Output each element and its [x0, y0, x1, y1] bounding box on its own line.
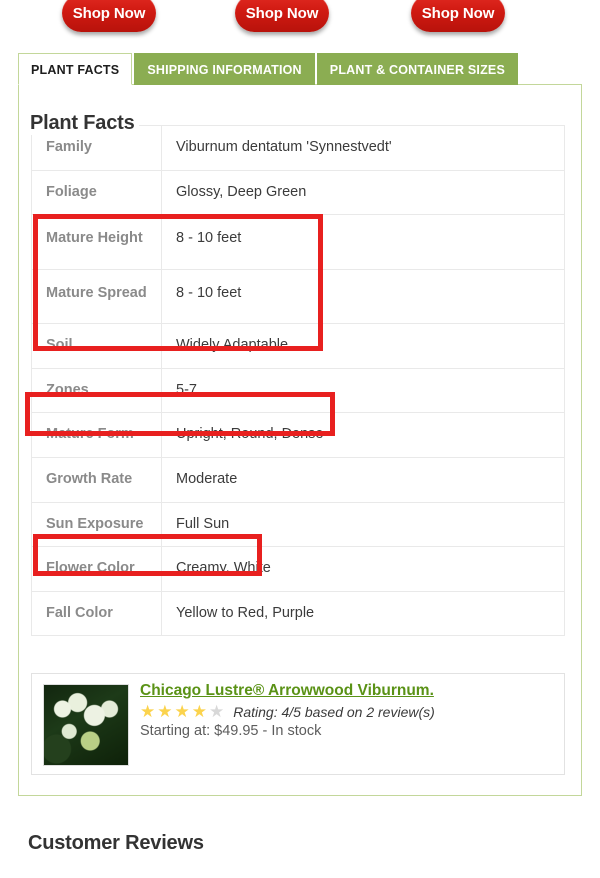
fact-label-mature-form: Mature Form — [31, 412, 162, 458]
fact-value-foliage: Glossy, Deep Green — [161, 169, 565, 216]
fact-value-growth-rate: Moderate — [161, 456, 565, 503]
related-product-card[interactable]: Chicago Lustre® Arrowwood Viburnum. ★ ★ … — [31, 673, 565, 775]
star-filled-icon-1: ★ — [140, 702, 156, 721]
table-row: Foliage Glossy, Deep Green — [31, 169, 565, 216]
fact-label-growth-rate: Growth Rate — [31, 456, 162, 503]
table-row: Mature Spread 8 - 10 feet — [31, 268, 565, 325]
table-row: Growth Rate Moderate — [31, 456, 565, 503]
product-price-and-stock: Starting at: $49.95 - In stock — [140, 723, 322, 739]
fact-label-mature-spread: Mature Spread — [31, 268, 162, 325]
product-name-link[interactable]: Chicago Lustre® Arrowwood Viburnum. — [140, 682, 556, 700]
fact-label-sun-exposure: Sun Exposure — [31, 501, 162, 548]
fact-label-foliage: Foliage — [31, 169, 162, 216]
fact-value-sun-exposure: Full Sun — [161, 501, 565, 548]
shop-now-button-2[interactable]: Shop Now — [235, 0, 329, 32]
product-info-tabs: PLANT FACTS SHIPPING INFORMATION PLANT &… — [18, 53, 518, 85]
promo-button-strip: Shop Now Shop Now Shop Now — [0, 0, 600, 42]
fact-label-flower-color: Flower Color — [31, 546, 162, 592]
table-row: Sun Exposure Full Sun — [31, 501, 565, 548]
star-filled-icon-2: ★ — [157, 702, 173, 721]
tab-shipping-information[interactable]: SHIPPING INFORMATION — [134, 53, 315, 85]
fact-value-soil: Widely Adaptable — [161, 323, 565, 369]
table-row: Fall Color Yellow to Red, Purple — [31, 590, 565, 637]
star-empty-icon-5: ★ — [209, 702, 225, 721]
fact-value-zones: 5-7 — [161, 367, 565, 414]
fact-value-mature-form: Upright, Round, Dense — [161, 412, 565, 458]
table-row: Mature Height 8 - 10 feet — [31, 214, 565, 270]
fact-label-soil: Soil — [31, 323, 162, 369]
fact-value-mature-spread: 8 - 10 feet — [161, 268, 565, 325]
tab-plant-facts[interactable]: PLANT FACTS — [18, 53, 133, 85]
shop-now-button-1[interactable]: Shop Now — [62, 0, 156, 32]
product-rating: ★ ★ ★ ★ ★ Rating: 4/5 based on 2 review(… — [140, 703, 556, 720]
table-row: Flower Color Creamy, White — [31, 546, 565, 592]
customer-reviews-heading: Customer Reviews — [28, 832, 204, 854]
product-thumbnail-image — [43, 684, 129, 766]
shop-now-button-3[interactable]: Shop Now — [411, 0, 505, 32]
plant-facts-heading: Plant Facts — [30, 112, 139, 135]
table-row: Mature Form Upright, Round, Dense — [31, 412, 565, 458]
fact-label-fall-color: Fall Color — [31, 590, 162, 637]
fact-value-family: Viburnum dentatum 'Synnestvedt' — [161, 125, 565, 171]
fact-label-zones: Zones — [31, 367, 162, 414]
product-details: Chicago Lustre® Arrowwood Viburnum. ★ ★ … — [140, 682, 556, 739]
rating-summary-text: Rating: 4/5 based on 2 review(s) — [233, 703, 435, 720]
star-filled-icon-3: ★ — [174, 702, 190, 721]
star-filled-icon-4: ★ — [191, 702, 207, 721]
plant-facts-table: Family Viburnum dentatum 'Synnestvedt' F… — [31, 125, 565, 637]
fact-label-mature-height: Mature Height — [31, 214, 162, 270]
fact-value-mature-height: 8 - 10 feet — [161, 214, 565, 270]
table-row: Zones 5-7 — [31, 367, 565, 414]
tab-plant-and-container-sizes[interactable]: PLANT & CONTAINER SIZES — [316, 53, 518, 85]
fact-value-flower-color: Creamy, White — [161, 546, 565, 592]
fact-value-fall-color: Yellow to Red, Purple — [161, 590, 565, 637]
table-row: Soil Widely Adaptable — [31, 323, 565, 369]
